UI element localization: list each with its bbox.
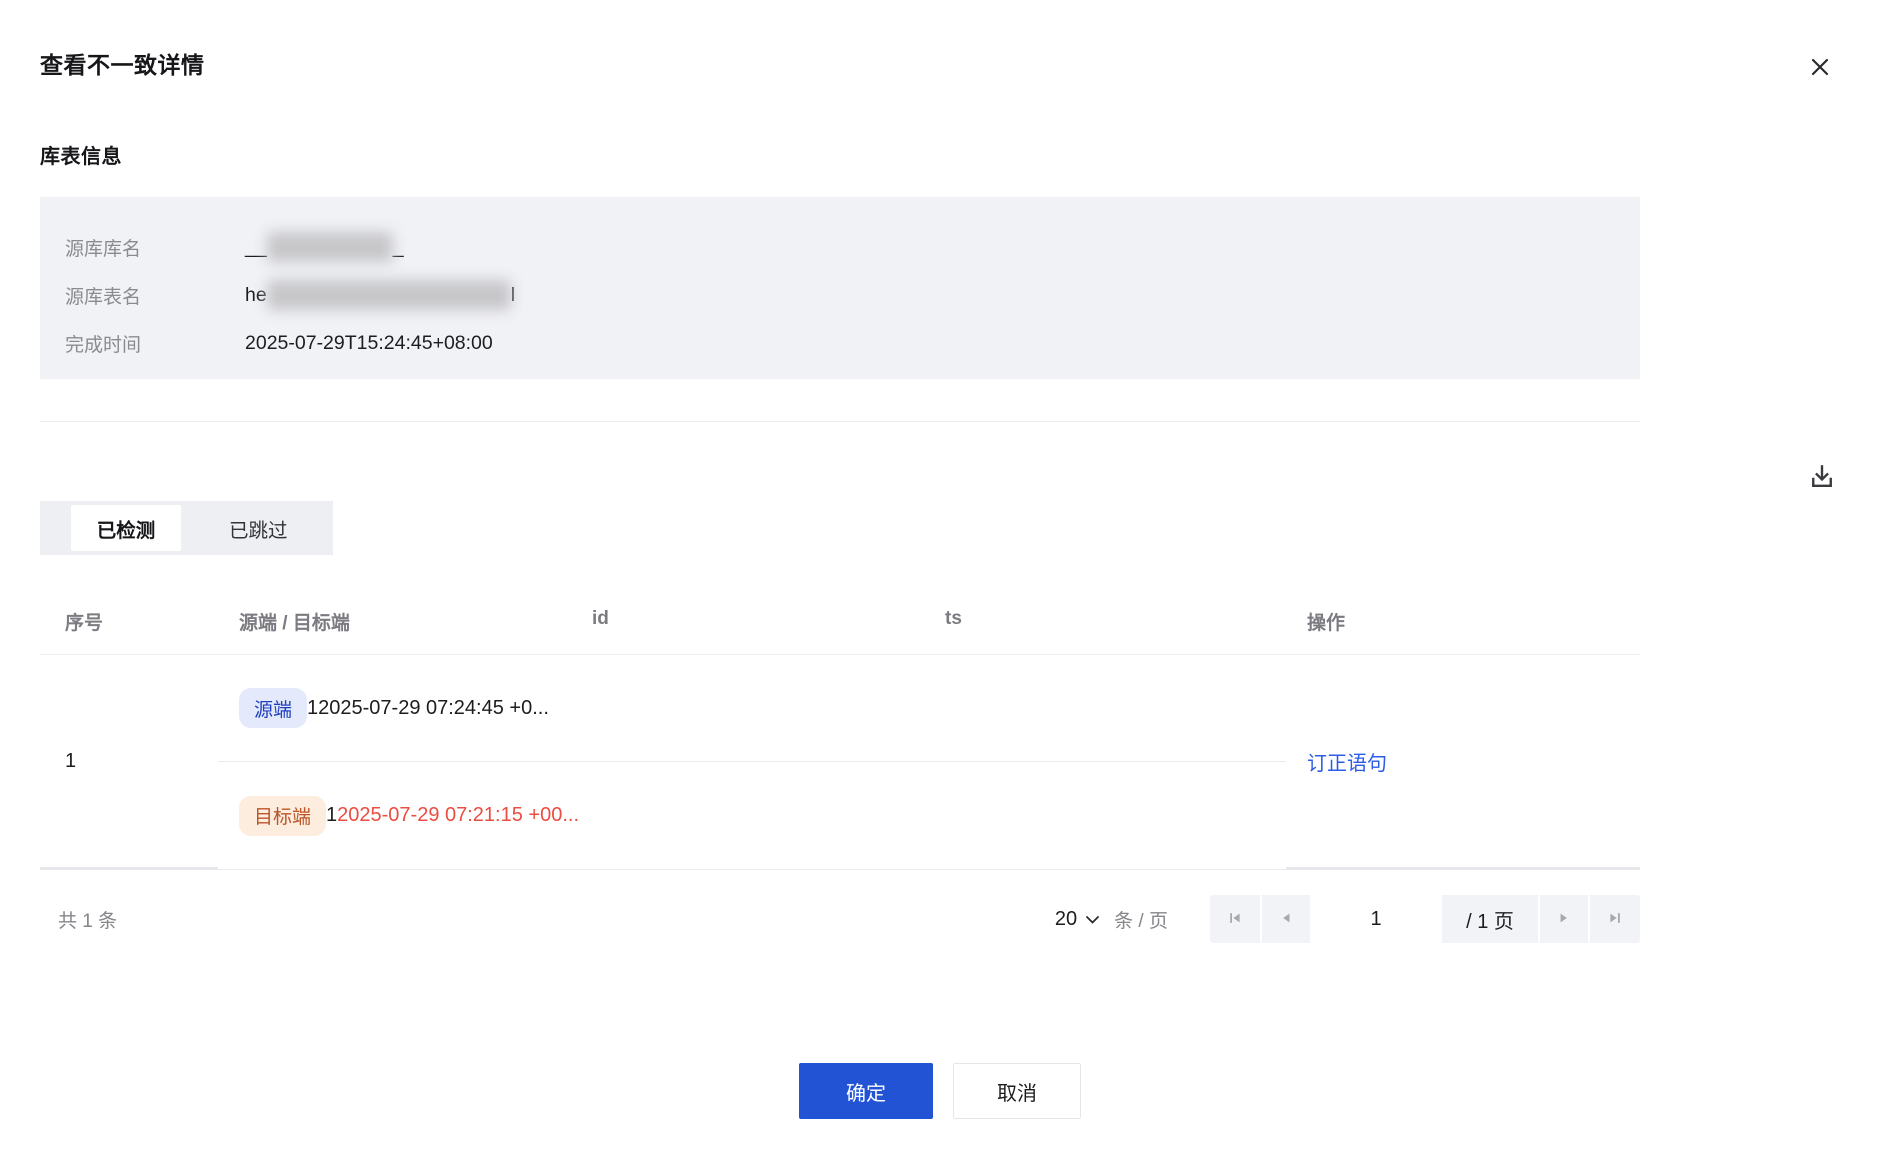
first-page-icon bbox=[1227, 910, 1243, 929]
target-sub-row: 目标端 1 2025-07-29 07:21:15 +00... bbox=[218, 762, 1286, 869]
source-sub-row: 源端 1 2025-07-29 07:24:45 +0... bbox=[218, 655, 1286, 762]
redacted-blur bbox=[267, 280, 511, 310]
info-label: 完成时间 bbox=[65, 330, 245, 357]
info-row-source-table: 源库表名 hel bbox=[65, 271, 1640, 319]
close-icon bbox=[1808, 55, 1832, 82]
source-badge: 源端 bbox=[239, 688, 307, 728]
dialog-footer: 确定 取消 bbox=[40, 1063, 1840, 1119]
finish-time-value: 2025-07-29T15:24:45+08:00 bbox=[245, 332, 493, 355]
column-header-ts: ts bbox=[945, 608, 1286, 635]
cancel-button[interactable]: 取消 bbox=[953, 1063, 1081, 1119]
page-total-label: / 1 页 bbox=[1442, 895, 1538, 943]
target-badge: 目标端 bbox=[239, 796, 326, 836]
column-header-endpoint: 源端 / 目标端 bbox=[239, 608, 592, 635]
confirm-button[interactable]: 确定 bbox=[799, 1063, 933, 1119]
column-header-index: 序号 bbox=[40, 608, 218, 635]
info-row-source-db: 源库库名 ___ bbox=[65, 223, 1640, 271]
page-size-value: 20 bbox=[1055, 908, 1077, 931]
source-ts-cell: 2025-07-29 07:24:45 +0... bbox=[318, 697, 549, 720]
info-row-finish-time: 完成时间 2025-07-29T15:24:45+08:00 bbox=[65, 319, 1640, 367]
table-header-middle: 源端 / 目标端 id ts bbox=[218, 608, 1286, 635]
column-header-id: id bbox=[592, 608, 945, 635]
target-ts-cell: 2025-07-29 07:21:15 +00... bbox=[337, 804, 579, 827]
table-row: 1 源端 1 2025-07-29 07:24:45 +0... 目标端 1 2… bbox=[40, 655, 1640, 870]
prev-page-button[interactable] bbox=[1262, 895, 1310, 943]
diff-table: 序号 源端 / 目标端 id ts 操作 1 源端 1 2025-07-29 0… bbox=[40, 589, 1640, 870]
tab-detected[interactable]: 已检测 bbox=[71, 505, 181, 551]
last-page-icon bbox=[1607, 910, 1623, 929]
dialog-title: 查看不一致详情 bbox=[40, 46, 205, 80]
info-label: 源库库名 bbox=[65, 234, 245, 261]
download-icon bbox=[1807, 462, 1837, 495]
table-info-heading: 库表信息 bbox=[40, 140, 1840, 169]
next-page-button[interactable] bbox=[1540, 895, 1588, 943]
inconsistency-detail-dialog: 查看不一致详情 库表信息 源库库名 ___ 源库表名 hel 完成时间 2025… bbox=[0, 0, 1880, 1160]
table-info-box: 源库库名 ___ 源库表名 hel 完成时间 2025-07-29T15:24:… bbox=[40, 197, 1640, 379]
source-id-cell: 1 bbox=[307, 697, 318, 720]
row-action-cell: 订正语句 bbox=[1286, 655, 1640, 870]
target-id-cell: 1 bbox=[326, 804, 337, 827]
row-middle: 源端 1 2025-07-29 07:24:45 +0... 目标端 1 202… bbox=[218, 655, 1286, 870]
chevron-down-icon bbox=[1085, 912, 1100, 930]
section-divider bbox=[40, 421, 1640, 422]
last-page-button[interactable] bbox=[1590, 895, 1640, 943]
page-number-input[interactable] bbox=[1312, 895, 1440, 943]
pagination-controls: 20 条 / 页 / 1 页 bbox=[1055, 895, 1640, 943]
download-button[interactable] bbox=[1804, 460, 1840, 496]
pagination-bar: 共 1 条 20 条 / 页 bbox=[40, 895, 1640, 943]
column-header-action: 操作 bbox=[1286, 608, 1640, 635]
info-value-redacted: hel bbox=[245, 280, 515, 310]
info-label: 源库表名 bbox=[65, 282, 245, 309]
result-tabs: 已检测 已跳过 bbox=[40, 501, 333, 555]
target-badge-cell: 目标端 bbox=[239, 796, 326, 836]
row-index-cell: 1 bbox=[40, 655, 218, 870]
table-header-row: 序号 源端 / 目标端 id ts 操作 bbox=[40, 589, 1640, 655]
close-button[interactable] bbox=[1804, 52, 1836, 84]
correction-statement-link[interactable]: 订正语句 bbox=[1307, 747, 1387, 776]
next-page-icon bbox=[1556, 910, 1572, 929]
page-navigator: / 1 页 bbox=[1210, 895, 1640, 943]
page-size-unit-label: 条 / 页 bbox=[1114, 906, 1168, 933]
redacted-blur bbox=[267, 232, 393, 262]
info-value-redacted: ___ bbox=[245, 232, 404, 262]
first-page-button[interactable] bbox=[1210, 895, 1260, 943]
toolbar bbox=[40, 460, 1840, 496]
total-count-label: 共 1 条 bbox=[40, 906, 117, 933]
dialog-header: 查看不一致详情 bbox=[40, 0, 1840, 80]
page-size-select[interactable]: 20 bbox=[1055, 908, 1100, 931]
tab-skipped[interactable]: 已跳过 bbox=[221, 505, 296, 551]
prev-page-icon bbox=[1278, 910, 1294, 929]
source-badge-cell: 源端 bbox=[239, 688, 307, 728]
